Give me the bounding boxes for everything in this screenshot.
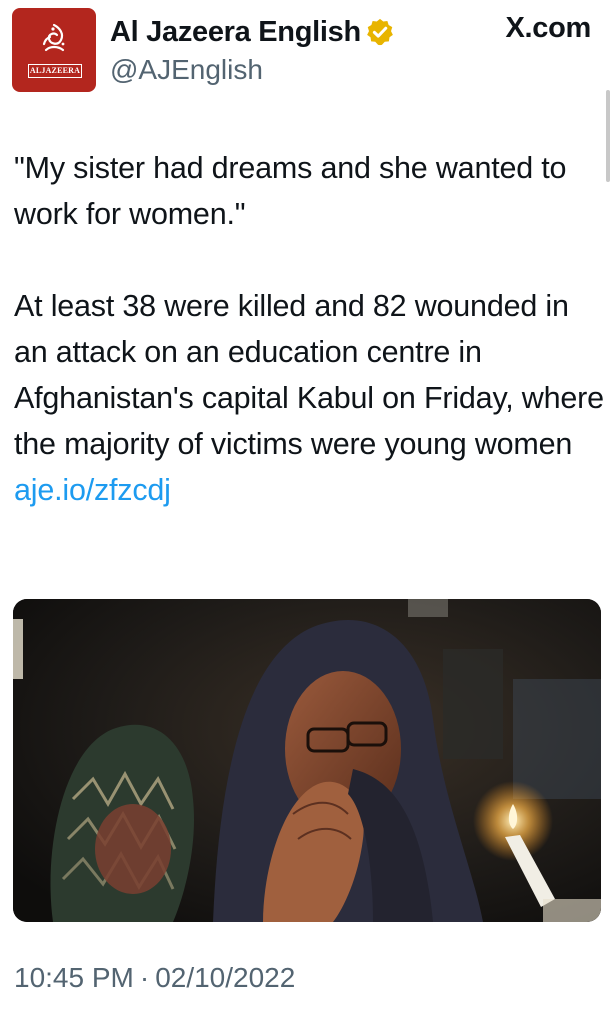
tweet-photo[interactable] (13, 599, 601, 922)
separator-dot: · (139, 962, 150, 993)
site-label: X.com (505, 12, 591, 44)
tweet-link[interactable]: aje.io/zfzcdj (14, 473, 171, 507)
user-handle[interactable]: @AJEnglish (110, 54, 263, 86)
display-name[interactable]: Al Jazeera English (110, 16, 361, 49)
al-jazeera-logo-icon (42, 23, 65, 52)
tweet-quote: "My sister had dreams and she wanted to … (14, 151, 575, 231)
tweet-date: 02/10/2022 (155, 962, 296, 993)
name-row: Al Jazeera English (110, 12, 395, 52)
tweet-time: 10:45 PM (14, 962, 134, 993)
gold-verified-badge-icon (367, 18, 393, 46)
tweet-text: "My sister had dreams and she wanted to … (14, 145, 604, 513)
tweet-header: ALJAZEERA Al Jazeera English @AJEnglish … (0, 0, 613, 110)
tweet-body: At least 38 were killed and 82 wounded i… (14, 289, 613, 461)
photo-icon (13, 599, 601, 922)
tweet-timestamp[interactable]: 10:45 PM · 02/10/2022 (14, 962, 295, 994)
avatar[interactable]: ALJAZEERA (12, 8, 96, 92)
scrollbar[interactable] (606, 90, 610, 182)
avatar-wordmark: ALJAZEERA (28, 64, 82, 78)
